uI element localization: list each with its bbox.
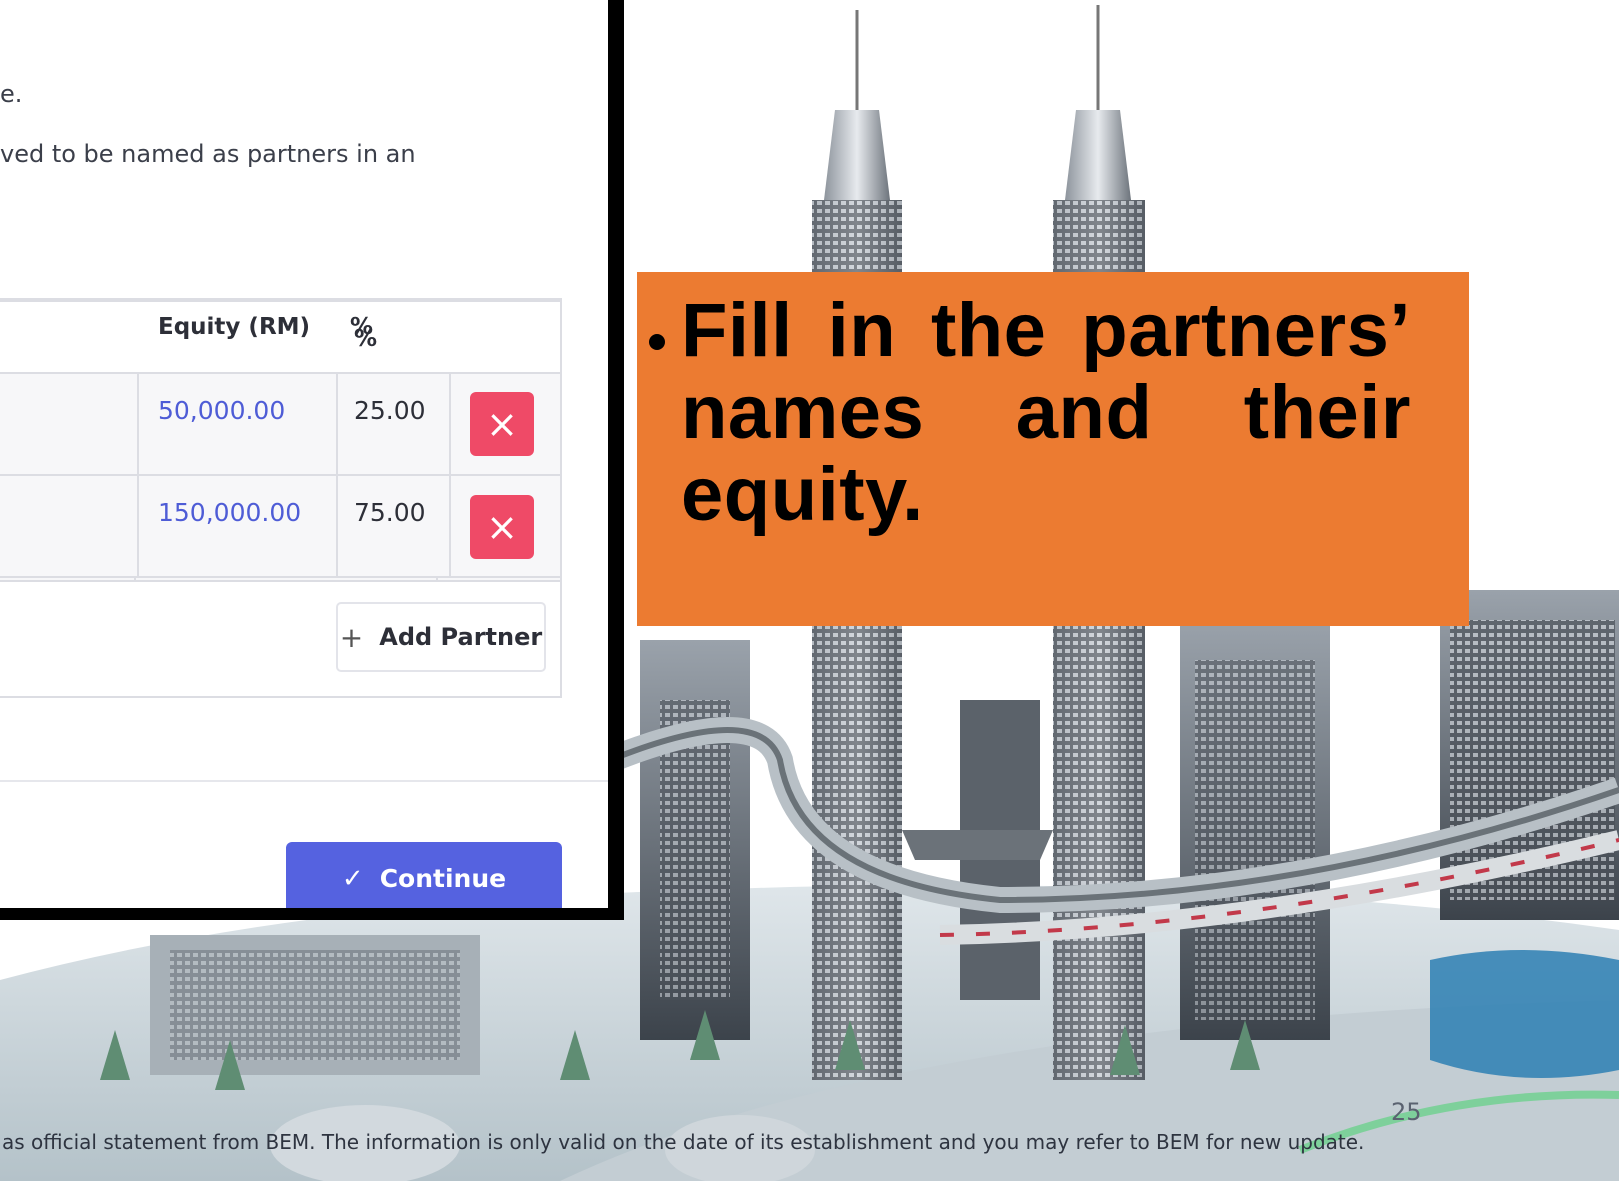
column-divider <box>336 374 338 578</box>
row-divider <box>0 576 562 578</box>
row-1-equity[interactable]: 50,000.00 <box>158 396 285 425</box>
footer-separator <box>0 780 608 782</box>
plus-icon: + <box>339 620 364 654</box>
checkmark-icon: ✓ <box>341 864 364 894</box>
close-icon: × <box>486 402 518 446</box>
callout-text: Fill in the partners’ names and their eq… <box>681 288 1411 537</box>
row-2-percent: 75.00 <box>354 498 426 527</box>
add-partner-label: Add Partner <box>379 623 543 651</box>
column-divider <box>137 374 139 578</box>
column-divider <box>449 374 451 578</box>
bullet-icon <box>649 334 665 350</box>
callout-bullet: Fill in the partners’ names and their eq… <box>649 290 1445 536</box>
add-partner-button[interactable]: + Add Partner <box>336 602 546 672</box>
instruction-callout: Fill in the partners’ names and their eq… <box>637 272 1469 626</box>
row-1-delete-button[interactable]: × <box>470 392 534 456</box>
page-number: 25 <box>1391 1098 1422 1126</box>
row-2-equity[interactable]: 150,000.00 <box>158 498 301 527</box>
row-1-percent: 25.00 <box>354 396 426 425</box>
continue-label: Continue <box>379 864 507 893</box>
table-top-border <box>0 298 562 300</box>
table-right-border <box>560 298 562 698</box>
partners-table-content: Equity (RM) % 50,000.00 25.00 × 150,000.… <box>0 0 608 908</box>
header-percent-label: % <box>350 314 374 340</box>
continue-button[interactable]: ✓ Continue <box>286 842 562 908</box>
disclaimer-text: as official statement from BEM. The info… <box>2 1130 1365 1154</box>
row-2-delete-button[interactable]: × <box>470 495 534 559</box>
table-bottom-border <box>0 696 562 698</box>
close-icon: × <box>486 505 518 549</box>
header-equity-label: Equity (RM) <box>158 314 311 340</box>
